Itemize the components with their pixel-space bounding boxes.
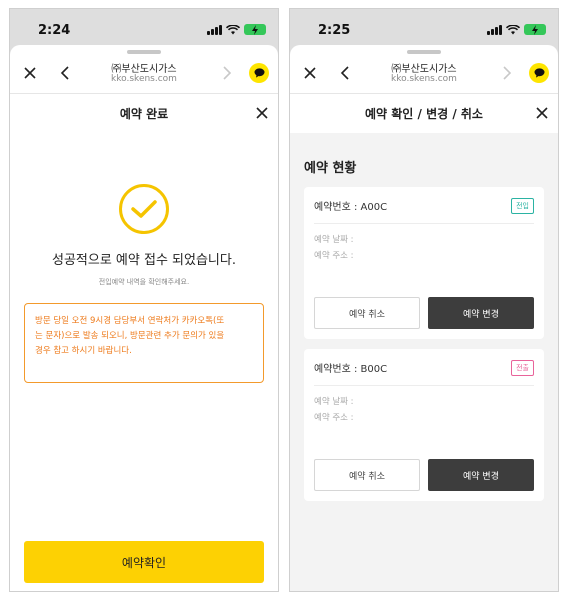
- browser-toolbar: ㈜부산도시가스 kko.skens.com: [290, 57, 558, 93]
- reservation-date-label: 예약 날짜 :: [314, 235, 354, 245]
- reservation-number: 예약번호 : A00C: [314, 202, 388, 213]
- modal-header: 예약 확인 / 변경 / 취소: [290, 93, 558, 133]
- notice-line: 는 문자)으로 발송 되오니, 방문관련 추가 문의가 있을: [35, 331, 225, 341]
- cancel-reservation-button[interactable]: 예약 취소: [314, 459, 420, 491]
- reservation-confirm-button[interactable]: 예약확인: [24, 541, 264, 583]
- status-time: 2:24: [38, 23, 71, 38]
- wifi-icon: [506, 24, 520, 34]
- move-in-badge: 전입: [511, 198, 534, 214]
- reservation-card: 예약번호 : B00C 전출 예약 날짜 : 예약 주소 : 예약 취소 예약 …: [304, 349, 544, 501]
- status-time: 2:25: [318, 23, 351, 38]
- cancel-reservation-button[interactable]: 예약 취소: [314, 297, 420, 329]
- status-bar: 2:25: [290, 9, 558, 45]
- reservation-address-label: 예약 주소 :: [314, 413, 354, 423]
- sheet-grabber[interactable]: [127, 50, 161, 54]
- browser-url: kko.skens.com: [391, 74, 457, 84]
- notice-line: 경우 참고 하시기 바랍니다.: [35, 346, 132, 356]
- wifi-icon: [226, 24, 240, 34]
- browser-sheet: ㈜부산도시가스 kko.skens.com 예약 확인 / 변경 / 취소 예약…: [290, 45, 558, 591]
- reservation-number: 예약번호 : B00C: [314, 364, 388, 375]
- browser-title: ㈜부산도시가스: [111, 64, 177, 75]
- browser-title: ㈜부산도시가스: [391, 64, 457, 75]
- modal-header: 예약 완료: [10, 93, 278, 133]
- card-divider: [314, 385, 534, 386]
- modal-title: 예약 완료: [119, 107, 169, 121]
- success-message: 성공적으로 예약 접수 되었습니다.: [52, 253, 236, 268]
- forward-chevron-icon[interactable]: [498, 65, 514, 81]
- change-reservation-button[interactable]: 예약 변경: [428, 459, 534, 491]
- notice-box: 방문 당일 오전 9시경 담당부서 연락처가 카카오톡(또 는 문자)으로 발송…: [24, 303, 264, 383]
- check-icon: [131, 200, 157, 218]
- move-out-badge: 전출: [511, 360, 534, 376]
- battery-charging-icon: [244, 24, 266, 35]
- modal-title: 예약 확인 / 변경 / 취소: [365, 107, 483, 121]
- change-reservation-button[interactable]: 예약 변경: [428, 297, 534, 329]
- close-icon[interactable]: [534, 105, 550, 121]
- card-divider: [314, 223, 534, 224]
- close-icon[interactable]: [254, 105, 270, 121]
- browser-url: kko.skens.com: [111, 74, 177, 84]
- phone-screen-reservation-complete: 2:24 ㈜부산도시가스 kko.skens.com 예약 완료 성공적으로 예…: [9, 8, 279, 592]
- signal-icon: [487, 24, 502, 35]
- sub-message: 전입예약 내역을 확인해주세요.: [98, 278, 190, 286]
- reservation-card: 예약번호 : A00C 전입 예약 날짜 : 예약 주소 : 예약 취소 예약 …: [304, 187, 544, 339]
- forward-chevron-icon[interactable]: [218, 65, 234, 81]
- phone-screen-reservation-status: 2:25 ㈜부산도시가스 kko.skens.com 예약 확인 / 변경 / …: [289, 8, 559, 592]
- browser-toolbar: ㈜부산도시가스 kko.skens.com: [10, 57, 278, 93]
- status-icons: [487, 24, 546, 35]
- notice-line: 방문 당일 오전 9시경 담당부서 연락처가 카카오톡(또: [35, 316, 225, 326]
- battery-charging-icon: [524, 24, 546, 35]
- section-title: 예약 현황: [304, 161, 357, 176]
- sheet-grabber[interactable]: [407, 50, 441, 54]
- reservation-address-label: 예약 주소 :: [314, 251, 354, 261]
- kakaotalk-icon[interactable]: [249, 63, 269, 83]
- browser-sheet: ㈜부산도시가스 kko.skens.com 예약 완료 성공적으로 예약 접수 …: [10, 45, 278, 591]
- kakaotalk-icon[interactable]: [529, 63, 549, 83]
- status-bar: 2:24: [10, 9, 278, 45]
- status-icons: [207, 24, 266, 35]
- signal-icon: [207, 24, 222, 35]
- success-check-circle: [119, 184, 169, 234]
- reservation-date-label: 예약 날짜 :: [314, 397, 354, 407]
